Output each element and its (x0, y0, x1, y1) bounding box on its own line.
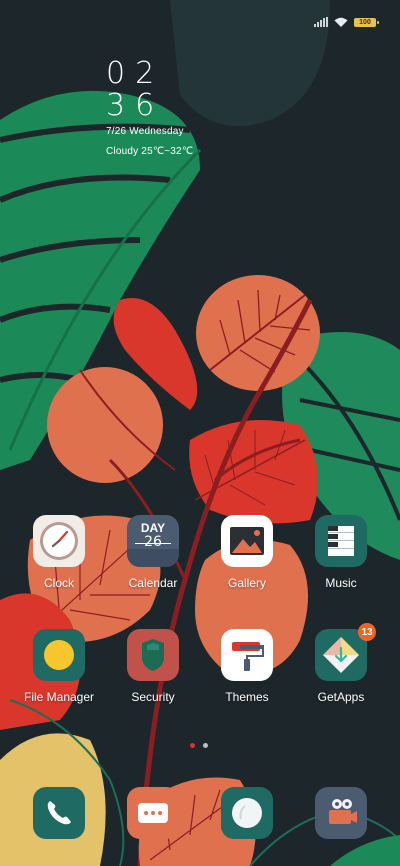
calendar-weekday: DAY (140, 521, 166, 535)
file-manager-app-icon (33, 629, 85, 681)
clock-hour: 02 (106, 56, 165, 91)
app-music[interactable]: Music (294, 515, 388, 590)
browser-icon[interactable] (221, 787, 273, 839)
notification-badge: 13 (358, 623, 376, 641)
status-bar: 100 (314, 14, 379, 30)
security-app-icon (127, 629, 179, 681)
camera-icon[interactable] (315, 787, 367, 839)
battery-level: 100 (359, 18, 371, 26)
app-label-themes: Themes (225, 690, 269, 704)
app-label-calendar: Calendar (128, 576, 178, 590)
clock-minute: 36 (106, 88, 165, 123)
gallery-app-icon (221, 515, 273, 567)
app-clock[interactable]: Clock (12, 515, 106, 590)
page-dot-active[interactable] (190, 743, 195, 748)
signal-icon (314, 17, 328, 27)
wifi-icon (334, 17, 348, 27)
app-label-file-manager: File Manager (23, 690, 95, 704)
messages-icon[interactable] (127, 787, 179, 839)
app-label-gallery: Gallery (227, 576, 266, 590)
clock-app-icon (33, 515, 85, 567)
app-getapps[interactable]: 13 GetApps (294, 623, 388, 704)
wallpaper (0, 0, 400, 866)
battery-icon: 100 (354, 17, 379, 27)
phone-icon[interactable] (33, 787, 85, 839)
music-app-icon (315, 515, 367, 567)
calendar-day: 26 (144, 534, 162, 550)
page-indicator[interactable] (190, 743, 208, 748)
clock-widget[interactable]: 02 36 7/26 Wednesday Cloudy 25℃~32℃ (106, 56, 194, 158)
date-text: 7/26 Wednesday (106, 126, 184, 137)
page-dot[interactable] (203, 743, 208, 748)
weather-text: Cloudy 25℃~32℃ (106, 146, 194, 157)
app-gallery[interactable]: Gallery (200, 515, 294, 590)
app-file-manager[interactable]: File Manager (12, 629, 106, 704)
themes-app-icon (221, 629, 273, 681)
app-label-music: Music (325, 576, 357, 590)
app-calendar[interactable]: DAY 26 Calendar (106, 515, 200, 590)
calendar-app-icon: DAY 26 (127, 515, 179, 567)
app-label-security: Security (131, 690, 175, 704)
app-label-clock: Clock (43, 576, 74, 590)
app-security[interactable]: Security (106, 629, 200, 704)
app-themes[interactable]: Themes (200, 629, 294, 704)
app-label-getapps: GetApps (317, 690, 365, 704)
